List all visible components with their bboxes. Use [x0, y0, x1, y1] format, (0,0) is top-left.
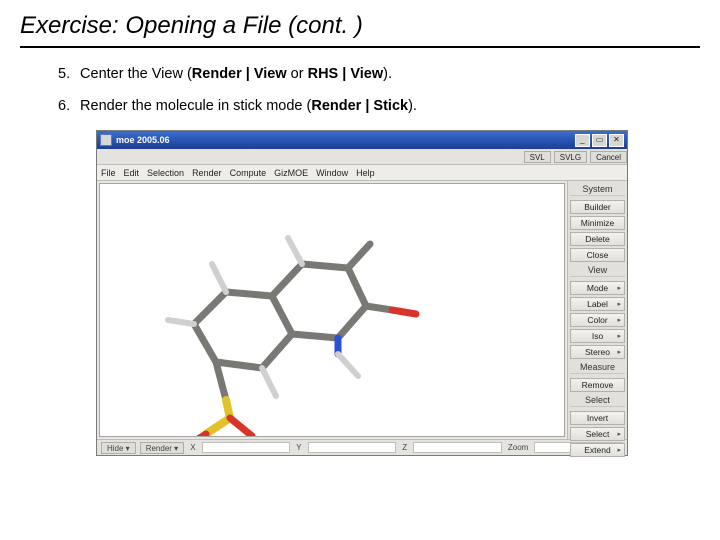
status-bar: Hide ▾ Render ▾ X Y Z Zoom: [97, 439, 627, 455]
svlg-button[interactable]: SVLG: [554, 151, 587, 163]
menu-selection[interactable]: Selection: [147, 168, 184, 178]
screenshot-app-window: moe 2005.06 _ ▭ ✕ SVL SVLG Cancel File E…: [96, 130, 628, 456]
sidebar-section-measure: Measure: [570, 361, 625, 374]
sidebar-extend-button[interactable]: Extend: [570, 443, 625, 457]
molecule-render: [134, 204, 454, 437]
step-number: 6.: [58, 98, 76, 114]
sidebar-builder-button[interactable]: Builder: [570, 200, 625, 214]
app-icon: [100, 134, 112, 146]
status-zoom-label: Zoom: [506, 443, 530, 452]
menu-help[interactable]: Help: [356, 168, 375, 178]
cancel-button[interactable]: Cancel: [590, 151, 627, 163]
step-text: ).: [383, 66, 392, 82]
maximize-button[interactable]: ▭: [592, 134, 607, 147]
status-z-label: Z: [400, 443, 409, 452]
menu-bar: File Edit Selection Render Compute GizMO…: [97, 165, 627, 181]
sidebar-section-view: View: [570, 264, 625, 277]
slide-title: Exercise: Opening a File (cont. ): [20, 12, 700, 48]
window-title: moe 2005.06: [116, 135, 573, 145]
status-z-field[interactable]: [413, 442, 502, 453]
minimize-button[interactable]: _: [575, 134, 590, 147]
menu-gizmoe[interactable]: GizMOE: [274, 168, 308, 178]
sidebar-delete-button[interactable]: Delete: [570, 232, 625, 246]
status-x-label: X: [188, 443, 197, 452]
step-bold-2: RHS | View: [308, 66, 384, 82]
menu-render[interactable]: Render: [192, 168, 222, 178]
sidebar-remove-button[interactable]: Remove: [570, 378, 625, 392]
status-y-label: Y: [294, 443, 303, 452]
step-text: Render the molecule in stick mode (: [80, 98, 311, 114]
status-x-field[interactable]: [202, 442, 291, 453]
sidebar-close-button[interactable]: Close: [570, 248, 625, 262]
sidebar-label-button[interactable]: Label: [570, 297, 625, 311]
sidebar-iso-button[interactable]: Iso: [570, 329, 625, 343]
status-y-field[interactable]: [308, 442, 397, 453]
menu-edit[interactable]: Edit: [124, 168, 140, 178]
sidebar-invert-button[interactable]: Invert: [570, 411, 625, 425]
sidebar-minimize-button[interactable]: Minimize: [570, 216, 625, 230]
sidebar-stereo-button[interactable]: Stereo: [570, 345, 625, 359]
menu-file[interactable]: File: [101, 168, 116, 178]
step-list: 5. Center the View (Render | View or RHS…: [58, 66, 700, 114]
status-render-button[interactable]: Render ▾: [140, 442, 184, 454]
menu-compute[interactable]: Compute: [230, 168, 267, 178]
step-number: 5.: [58, 66, 76, 82]
menu-window[interactable]: Window: [316, 168, 348, 178]
sidebar-mode-button[interactable]: Mode: [570, 281, 625, 295]
close-button[interactable]: ✕: [609, 134, 624, 147]
step-bold-1: Render | Stick: [311, 98, 408, 114]
sidebar-section-select: Select: [570, 394, 625, 407]
step-5: 5. Center the View (Render | View or RHS…: [58, 66, 700, 82]
step-text: or: [287, 66, 308, 82]
sidebar-select-button[interactable]: Select: [570, 427, 625, 441]
status-hide-button[interactable]: Hide ▾: [101, 442, 136, 454]
sidebar-color-button[interactable]: Color: [570, 313, 625, 327]
viewport-3d[interactable]: [99, 183, 565, 437]
sidebar-section-system: System: [570, 183, 625, 196]
top-strip: SVL SVLG Cancel: [97, 149, 627, 165]
step-text: ).: [408, 98, 417, 114]
step-6: 6. Render the molecule in stick mode (Re…: [58, 98, 700, 114]
window-titlebar: moe 2005.06 _ ▭ ✕: [97, 131, 627, 149]
step-bold-1: Render | View: [192, 66, 287, 82]
svl-button[interactable]: SVL: [524, 151, 551, 163]
step-text: Center the View (: [80, 66, 192, 82]
sidebar: System Builder Minimize Delete Close Vie…: [567, 181, 627, 439]
